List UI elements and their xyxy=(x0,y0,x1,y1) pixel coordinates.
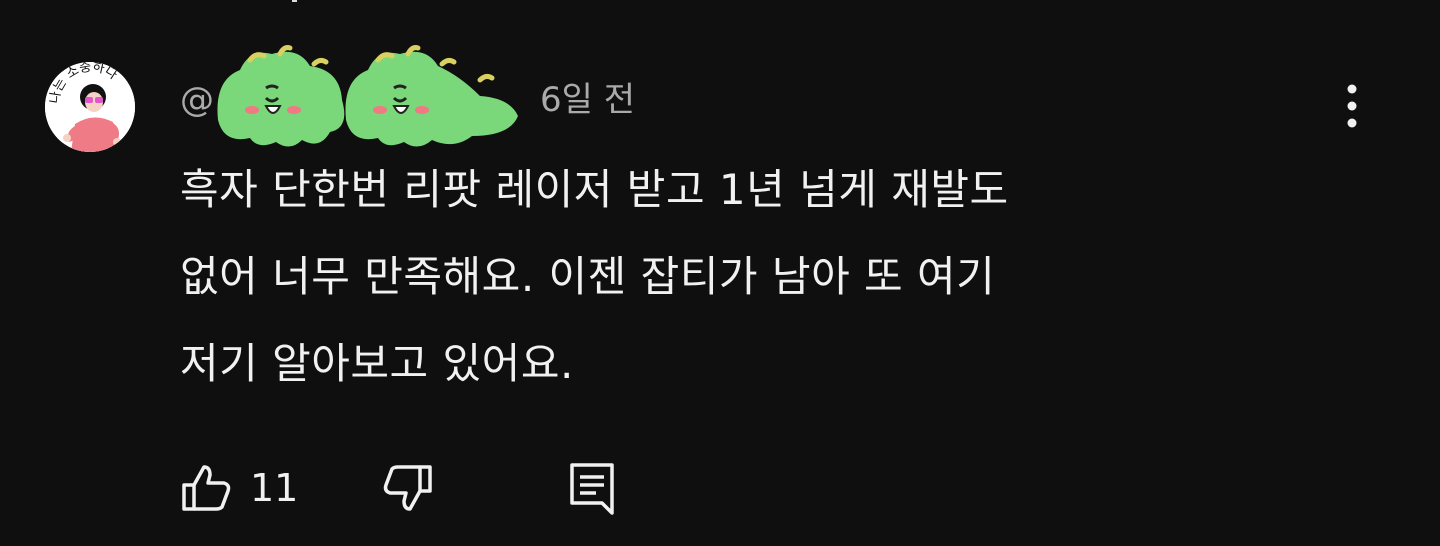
green-blob-sticker xyxy=(217,45,518,147)
more-vertical-icon xyxy=(1347,84,1357,128)
comment-action-bar: 11 xyxy=(180,458,616,518)
comment-text: 흑자 단한번 리팟 레이저 받고 1년 넘게 재발도 없어 너무 만족해요. 이… xyxy=(180,146,1340,407)
dislike-button[interactable] xyxy=(382,463,434,513)
comment-timestamp: 6일 전 xyxy=(540,80,635,120)
comment-line: 없어 너무 만족해요. 이젠 잡티가 남아 또 여기 xyxy=(180,252,996,301)
like-button[interactable] xyxy=(180,463,232,513)
comment-header: @ 6일 전 xyxy=(180,45,635,147)
reply-comment-icon xyxy=(570,463,615,515)
thumb-down-icon xyxy=(384,465,433,511)
avatar-image: 나는 소중하다 xyxy=(45,62,135,152)
thumb-up-icon xyxy=(182,465,231,511)
name-cover-sticker xyxy=(210,45,540,147)
comment-line: 저기 알아보고 있어요. xyxy=(180,339,574,388)
like-count: 11 xyxy=(250,466,299,510)
comment-line: 흑자 단한번 리팟 레이저 받고 1년 넘게 재발도 xyxy=(180,165,1009,214)
reply-button[interactable] xyxy=(568,461,616,515)
avatar[interactable]: 나는 소중하다 xyxy=(45,62,135,152)
previous-content-fragment xyxy=(292,0,297,2)
more-actions-button[interactable] xyxy=(1332,80,1372,132)
author-handle[interactable]: @ xyxy=(180,83,214,117)
comment-screen: 나는 소중하다 @ 6일 전 흑자 단한번 리팟 레이저 받고 1년 넘게 재발… xyxy=(0,0,1440,546)
